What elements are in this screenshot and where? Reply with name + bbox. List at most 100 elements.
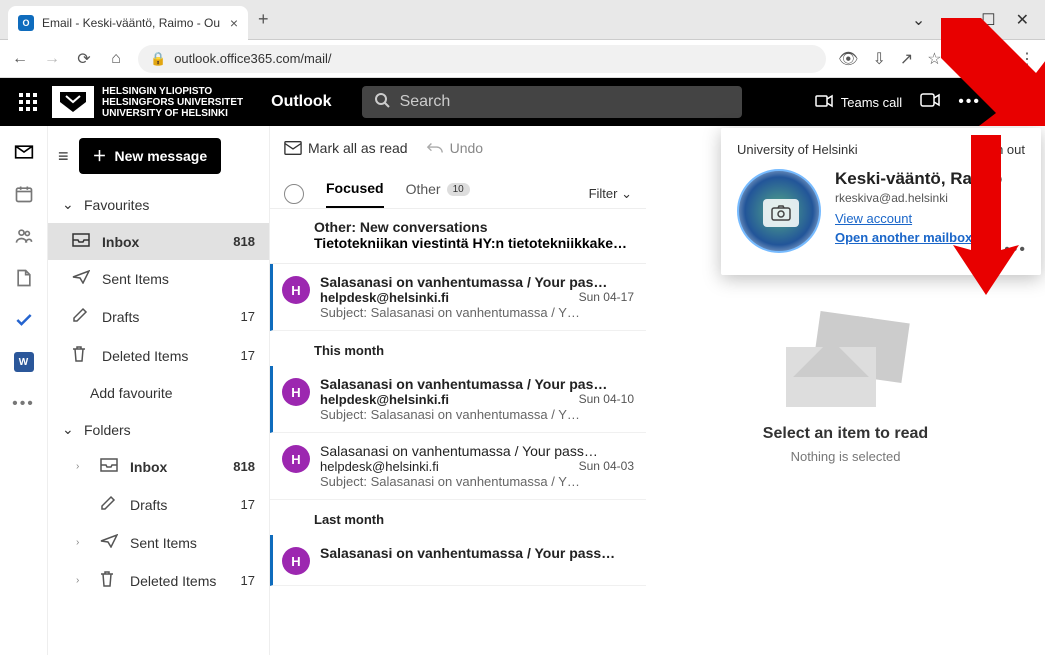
search-input[interactable]: Search: [362, 86, 742, 118]
message-list-pane: Mark all as read Undo Focused Other 10 F…: [270, 126, 646, 655]
extensions-icon[interactable]: ✦: [956, 49, 969, 69]
message-item[interactable]: H Salasanasi on vanhentumassa / Your pas…: [270, 535, 646, 586]
select-all-checkbox[interactable]: [284, 184, 304, 204]
org-label: University of Helsinki: [737, 142, 858, 157]
video-icon: [815, 94, 833, 111]
folder-deleted-2[interactable]: › Deleted Items 17: [48, 561, 269, 600]
plus-icon: ＋: [93, 146, 107, 166]
flyout-more-icon[interactable]: •••: [1004, 241, 1027, 259]
other-conversations-banner[interactable]: Other: New conversations Tietotekniikan …: [270, 209, 646, 264]
inbox-icon: [72, 233, 90, 250]
sender-avatar: H: [282, 378, 310, 406]
message-item[interactable]: H Salasanasi on vanhentumassa / Your pas…: [270, 366, 646, 433]
chevron-down-icon: ⌄: [62, 196, 74, 213]
kebab-icon[interactable]: ⋮: [1019, 49, 1035, 69]
chevron-down-icon: ⌄: [621, 186, 632, 201]
signout-link[interactable]: Sign out: [977, 142, 1025, 157]
group-last-month: Last month: [270, 500, 646, 535]
close-tab-icon[interactable]: ×: [230, 15, 238, 31]
suite-header: HELSINGIN YLIOPISTO HELSINGFORS UNIVERSI…: [0, 78, 1045, 126]
meet-now-icon[interactable]: [920, 92, 940, 113]
mail-icon[interactable]: [12, 140, 36, 164]
url-field[interactable]: 🔒 outlook.office365.com/mail/: [138, 45, 826, 73]
new-tab-button[interactable]: +: [258, 9, 269, 30]
back-icon[interactable]: ←: [10, 50, 30, 68]
account-email: rkeskiva@ad.helsinki: [835, 191, 1002, 205]
teams-call-button[interactable]: Teams call: [815, 94, 902, 111]
app-rail: W •••: [0, 126, 48, 655]
window-dropdown-icon[interactable]: ⌄: [912, 10, 925, 30]
folder-drafts[interactable]: Drafts 17: [48, 297, 269, 336]
browser-tab[interactable]: O Email - Keski-vääntö, Raimo - Ou ×: [8, 6, 248, 40]
favourites-header[interactable]: ⌄ Favourites: [48, 186, 269, 223]
app-name: Outlook: [271, 93, 331, 111]
draft-icon: [100, 495, 118, 514]
camera-icon[interactable]: [763, 199, 799, 227]
org-logo[interactable]: HELSINGIN YLIOPISTO HELSINGFORS UNIVERSI…: [52, 86, 243, 119]
word-icon[interactable]: W: [12, 350, 36, 374]
rail-more-icon[interactable]: •••: [12, 392, 36, 416]
message-item[interactable]: H Salasanasi on vanhentumassa / Your pas…: [270, 433, 646, 500]
message-item[interactable]: H Salasanasi on vanhentumassa / Your pas…: [270, 264, 646, 331]
calendar-icon[interactable]: [12, 182, 36, 206]
tab-focused[interactable]: Focused: [326, 180, 384, 208]
more-icon[interactable]: •••: [958, 93, 981, 111]
empty-envelope-icon: [786, 317, 906, 407]
message-scroll[interactable]: Other: New conversations Tietotekniikan …: [270, 209, 646, 655]
search-icon: [374, 92, 390, 113]
star-icon[interactable]: ☆: [927, 49, 941, 69]
address-bar: ← → ⟳ ⌂ 🔒 outlook.office365.com/mail/ 👁 …: [0, 40, 1045, 78]
close-window-icon[interactable]: ✕: [1016, 10, 1029, 30]
folder-drafts-2[interactable]: › Drafts 17: [48, 485, 269, 524]
folder-inbox[interactable]: Inbox 818: [48, 223, 269, 260]
eye-icon[interactable]: 👁: [838, 49, 858, 69]
search-placeholder: Search: [400, 93, 451, 111]
trash-icon: [72, 346, 90, 365]
flyout-avatar[interactable]: [737, 169, 821, 253]
new-message-button[interactable]: ＋ New message: [79, 138, 222, 174]
maximize-icon[interactable]: ☐: [981, 10, 995, 30]
chevron-right-icon: ›: [76, 461, 86, 472]
view-account-link[interactable]: View account: [835, 211, 1002, 226]
reading-title: Select an item to read: [763, 425, 928, 443]
home-icon[interactable]: ⌂: [106, 50, 126, 68]
org-name: HELSINGIN YLIOPISTO HELSINGFORS UNIVERSI…: [102, 86, 243, 119]
folders-header[interactable]: ⌄ Folders: [48, 411, 269, 448]
add-favourite[interactable]: Add favourite: [48, 375, 269, 411]
app-launcher-icon[interactable]: [8, 93, 48, 111]
files-icon[interactable]: [12, 266, 36, 290]
sender-avatar: H: [282, 547, 310, 575]
people-icon[interactable]: [12, 224, 36, 248]
account-avatar[interactable]: [999, 86, 1031, 118]
mark-all-read-button[interactable]: Mark all as read: [284, 139, 408, 157]
folder-sent[interactable]: Sent Items: [48, 260, 269, 297]
profile-icon[interactable]: [983, 48, 1005, 70]
folder-inbox-2[interactable]: › Inbox 818: [48, 448, 269, 485]
group-this-month: This month: [270, 331, 646, 366]
todo-icon[interactable]: [12, 308, 36, 332]
minimize-icon[interactable]: —: [945, 10, 961, 30]
share-icon[interactable]: ↗: [900, 49, 913, 69]
open-another-mailbox-link[interactable]: Open another mailbox: [835, 230, 1002, 245]
reading-subtitle: Nothing is selected: [791, 449, 901, 464]
inbox-tabs: Focused Other 10 Filter ⌄: [270, 170, 646, 209]
folder-deleted[interactable]: Deleted Items 17: [48, 336, 269, 375]
sender-avatar: H: [282, 276, 310, 304]
undo-button[interactable]: Undo: [426, 139, 483, 157]
trash-icon: [100, 571, 118, 590]
reload-icon[interactable]: ⟳: [74, 49, 94, 69]
folder-sent-2[interactable]: › Sent Items: [48, 524, 269, 561]
forward-icon[interactable]: →: [42, 50, 62, 68]
filter-button[interactable]: Filter ⌄: [589, 186, 632, 202]
tab-other[interactable]: Other 10: [406, 181, 470, 207]
folder-pane: ≡ ＋ New message ⌄ Favourites Inbox 818 S…: [48, 126, 270, 655]
account-name: Keski-vääntö, Raimo: [835, 169, 1002, 189]
sent-icon: [72, 270, 90, 287]
chevron-right-icon: ›: [76, 537, 86, 548]
draft-icon: [72, 307, 90, 326]
install-icon[interactable]: ⇩: [872, 49, 885, 69]
hamburger-icon[interactable]: ≡: [58, 146, 69, 167]
outlook-favicon: O: [18, 15, 34, 31]
sender-avatar: H: [282, 445, 310, 473]
url-text: outlook.office365.com/mail/: [174, 51, 331, 66]
